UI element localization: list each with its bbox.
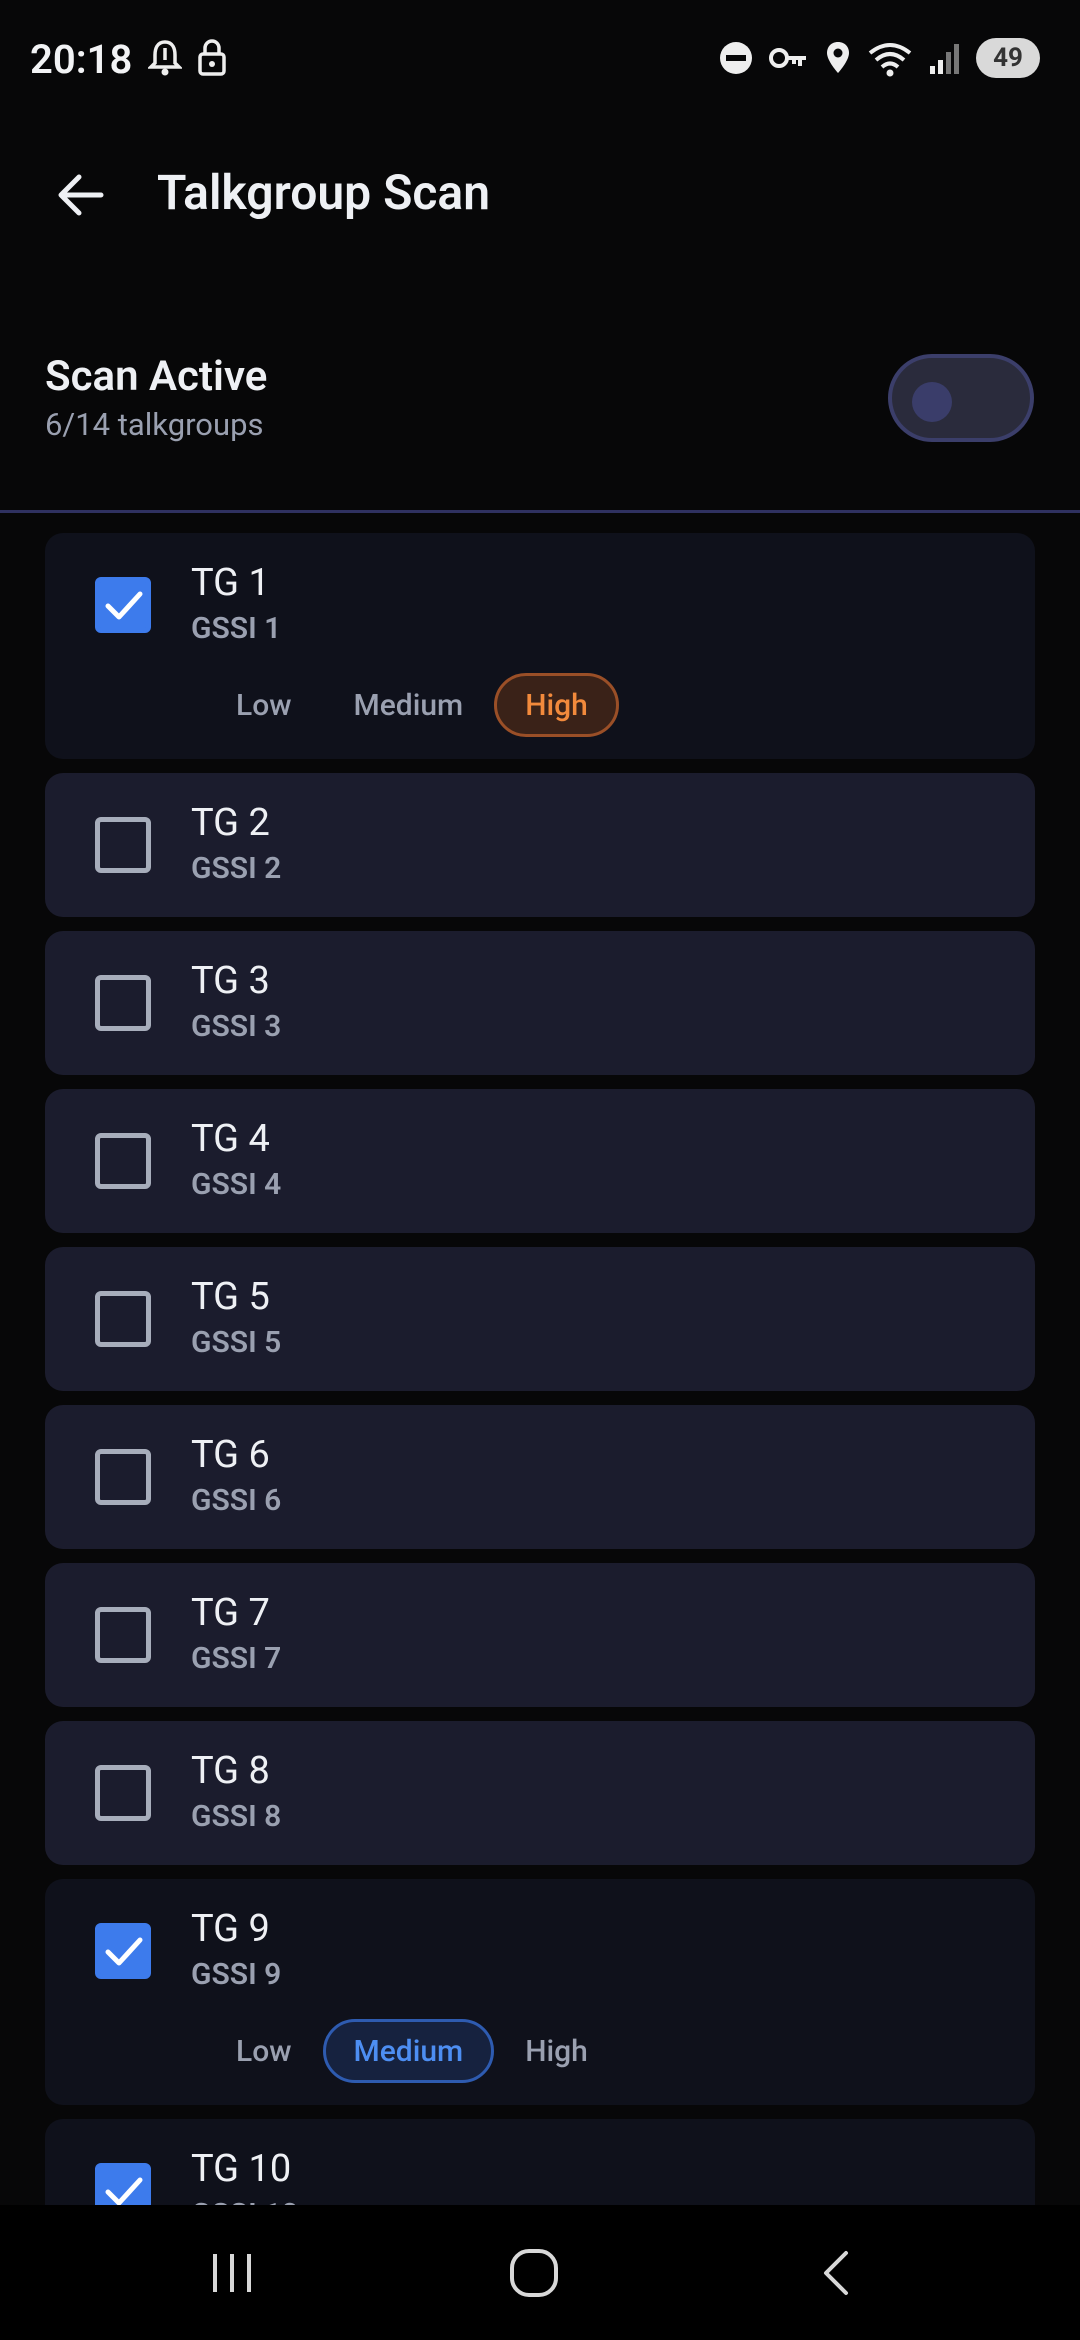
talkgroup-name: TG 3 [191, 959, 270, 1003]
talkgroup-list: TG 1 GSSI 1 Low Medium High TG 2 GSSI 2 TG 3 GSS… [0, 513, 1080, 2205]
talkgroup-card[interactable]: TG 3 GSSI 3 [45, 931, 1035, 1075]
priority-medium-button[interactable]: Medium [323, 673, 495, 737]
alarm-icon [146, 38, 184, 82]
talkgroup-gssi: GSSI 8 [191, 1799, 282, 1834]
scan-toggle[interactable] [888, 354, 1034, 442]
wifi-icon [868, 43, 912, 77]
recents-button[interactable] [132, 2205, 332, 2340]
talkgroup-checkbox[interactable] [95, 2163, 151, 2205]
home-icon [510, 2248, 558, 2297]
talkgroup-card[interactable]: TG 1 GSSI 1 Low Medium High [45, 533, 1035, 759]
talkgroup-card[interactable]: TG 4 GSSI 4 [45, 1089, 1035, 1233]
lock-icon [196, 38, 228, 82]
talkgroup-checkbox[interactable] [95, 1291, 151, 1347]
talkgroup-card[interactable]: TG 2 GSSI 2 [45, 773, 1035, 917]
dnd-icon [720, 42, 752, 74]
screen: { "status_bar": { "time": "20:18", "batt… [0, 0, 1080, 2340]
talkgroup-checkbox[interactable] [95, 1449, 151, 1505]
talkgroup-gssi: GSSI 4 [191, 1167, 282, 1202]
priority-medium-button[interactable]: Medium [322, 2019, 495, 2083]
arrow-back-icon [58, 174, 104, 216]
talkgroup-checkbox[interactable] [95, 1923, 151, 1979]
talkgroup-name: TG 10 [191, 2147, 292, 2191]
status-bar: 20:18 49 [0, 0, 1080, 120]
talkgroup-name: TG 1 [191, 561, 270, 605]
talkgroup-card[interactable]: TG 9 GSSI 9 Low Medium High [45, 1879, 1035, 2105]
check-icon [105, 2177, 143, 2205]
talkgroup-checkbox[interactable] [95, 817, 151, 873]
talkgroup-gssi: GSSI 1 [191, 611, 282, 646]
talkgroup-gssi: GSSI 6 [191, 1483, 282, 1518]
back-icon [824, 2250, 848, 2295]
priority-high-button[interactable]: High [494, 2019, 619, 2083]
status-icons: 49 [718, 38, 1040, 78]
nav-back-button[interactable] [736, 2205, 936, 2340]
priority-selector: Low Medium High [205, 2019, 619, 2083]
status-time: 20:18 [30, 36, 133, 83]
talkgroup-card[interactable]: TG 7 GSSI 7 [45, 1563, 1035, 1707]
location-icon [827, 42, 849, 73]
scan-count: 6/14 talkgroups [45, 406, 264, 443]
check-icon [105, 591, 143, 620]
scan-title: Scan Active [45, 352, 268, 401]
navigation-bar [0, 2205, 1080, 2340]
priority-low-button[interactable]: Low [205, 2019, 323, 2083]
talkgroup-gssi: GSSI 7 [191, 1641, 282, 1676]
check-icon [105, 1937, 143, 1966]
talkgroup-gssi: GSSI 9 [191, 1957, 282, 1992]
talkgroup-name: TG 8 [191, 1749, 270, 1793]
talkgroup-gssi: GSSI 10 [191, 2197, 298, 2205]
home-button[interactable] [434, 2205, 634, 2340]
talkgroup-name: TG 7 [191, 1591, 270, 1635]
talkgroup-card[interactable]: TG 8 GSSI 8 [45, 1721, 1035, 1865]
talkgroup-card[interactable]: TG 10 GSSI 10 [45, 2119, 1035, 2205]
page-title: Talkgroup Scan [157, 164, 491, 221]
toggle-knob [912, 382, 952, 422]
talkgroup-gssi: GSSI 3 [191, 1009, 282, 1044]
battery-icon: 49 [976, 38, 1040, 78]
talkgroup-name: TG 2 [191, 801, 270, 845]
talkgroup-name: TG 6 [191, 1433, 270, 1477]
vpn-key-icon [769, 48, 806, 68]
talkgroup-checkbox[interactable] [95, 975, 151, 1031]
priority-selector: Low Medium High [205, 673, 619, 737]
talkgroup-name: TG 5 [191, 1275, 270, 1319]
priority-low-button[interactable]: Low [205, 673, 323, 737]
back-button[interactable] [40, 162, 120, 228]
app-bar: Talkgroup Scan [0, 140, 1080, 250]
talkgroup-checkbox[interactable] [95, 577, 151, 633]
signal-icon [930, 44, 959, 74]
talkgroup-name: TG 4 [191, 1117, 270, 1161]
talkgroup-checkbox[interactable] [95, 1607, 151, 1663]
talkgroup-card[interactable]: TG 5 GSSI 5 [45, 1247, 1035, 1391]
talkgroup-gssi: GSSI 5 [191, 1325, 282, 1360]
talkgroup-card[interactable]: TG 6 GSSI 6 [45, 1405, 1035, 1549]
recents-icon [213, 2253, 251, 2292]
talkgroup-gssi: GSSI 2 [191, 851, 282, 886]
priority-high-button[interactable]: High [494, 673, 619, 737]
talkgroup-name: TG 9 [191, 1907, 270, 1951]
scan-header: Scan Active 6/14 talkgroups [0, 330, 1080, 510]
talkgroup-checkbox[interactable] [95, 1765, 151, 1821]
talkgroup-checkbox[interactable] [95, 1133, 151, 1189]
